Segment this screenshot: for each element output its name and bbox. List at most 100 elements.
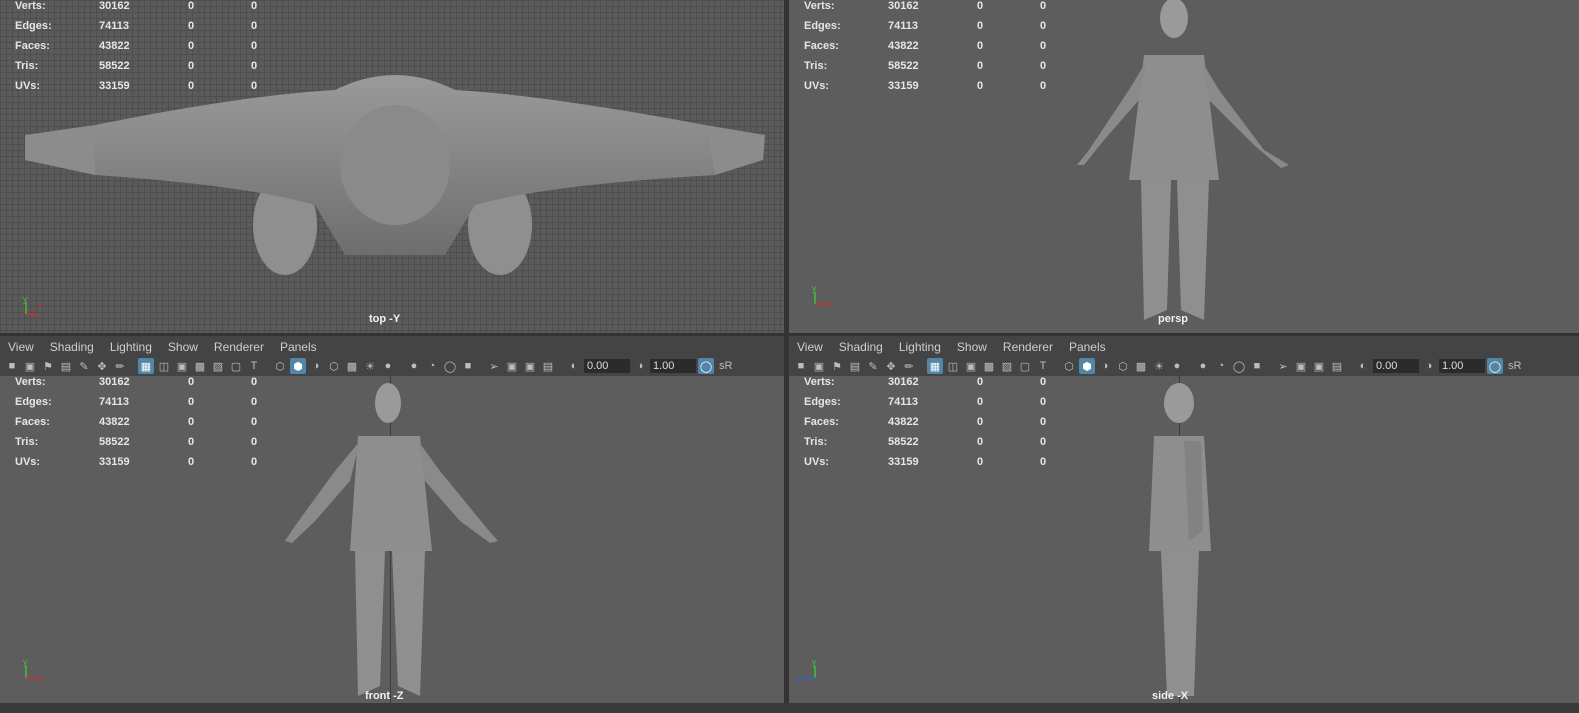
xray-icon[interactable]: ▣ [504, 358, 520, 374]
exposure-field[interactable] [584, 359, 630, 373]
hud-value: 33159 [888, 456, 919, 468]
select-camera-icon[interactable]: ■ [793, 358, 809, 374]
color-space-label[interactable]: sR [1508, 360, 1521, 372]
field-chart-icon[interactable]: ▨ [210, 358, 226, 374]
menu-lighting[interactable]: Lighting [102, 338, 160, 356]
menu-lighting[interactable]: Lighting [891, 338, 949, 356]
hud-value: 0 [977, 20, 984, 32]
color-management-icon[interactable]: ◯ [698, 358, 714, 374]
textured-icon[interactable]: ▩ [344, 358, 360, 374]
xray-active-icon[interactable]: ▣ [522, 358, 538, 374]
bookmark-icon[interactable]: ⚑ [829, 358, 845, 374]
smooth-shade-icon[interactable]: ⬢ [290, 358, 306, 374]
textured-icon[interactable]: ▩ [1133, 358, 1149, 374]
motion-blur-icon[interactable]: ◔ [1213, 358, 1229, 374]
viewport-front[interactable]: Verts: 30162 0 0 Edges: 74113 0 0 Faces: 43822 0… [0, 376, 784, 703]
isolate-select-icon[interactable]: ➢ [486, 358, 502, 374]
shadows-icon[interactable]: ● [1169, 358, 1185, 374]
film-gate-icon[interactable]: ◫ [156, 358, 172, 374]
menu-renderer[interactable]: Renderer [995, 338, 1061, 356]
panel-menu-bar: View Shading Lighting Show Renderer Pane… [789, 338, 1114, 356]
color-management-icon[interactable]: ◯ [1487, 358, 1503, 374]
wireframe-on-shaded-icon[interactable]: ⬡ [326, 358, 342, 374]
wireframe-icon[interactable]: ⬡ [1061, 358, 1077, 374]
camera-attributes-icon[interactable]: ▣ [22, 358, 38, 374]
hud-value: 0 [1040, 436, 1047, 448]
menu-shading[interactable]: Shading [831, 338, 891, 356]
motion-blur-icon[interactable]: ◔ [424, 358, 440, 374]
xray-active-icon[interactable]: ▣ [1311, 358, 1327, 374]
depth-of-field-icon[interactable]: ■ [460, 358, 476, 374]
2d-pan-zoom-icon[interactable]: ✥ [94, 358, 110, 374]
grid-icon[interactable]: ▦ [138, 358, 154, 374]
lighting-icon[interactable]: ☀ [1151, 358, 1167, 374]
exposure-field[interactable] [1373, 359, 1419, 373]
smooth-shade-icon[interactable]: ⬢ [1079, 358, 1095, 374]
xray-joints-icon[interactable]: ▤ [540, 358, 556, 374]
color-space-label[interactable]: sR [719, 360, 732, 372]
viewport-top[interactable]: Verts: 30162 0 0 Edges: 74113 0 0 Faces: 43822 0… [0, 0, 784, 333]
hud-value: 0 [977, 60, 984, 72]
brush-icon[interactable]: ✏ [112, 358, 128, 374]
use-default-material-icon[interactable]: ◑ [308, 358, 324, 374]
hud-value: 33159 [888, 80, 919, 92]
lighting-icon[interactable]: ☀ [362, 358, 378, 374]
shadows-icon[interactable]: ● [380, 358, 396, 374]
gamma-icon[interactable]: ◑ [632, 358, 648, 374]
anti-aliasing-icon[interactable]: ◯ [1231, 358, 1247, 374]
grease-pencil-icon[interactable]: ✎ [76, 358, 92, 374]
gamma-icon[interactable]: ◑ [1421, 358, 1437, 374]
wireframe-icon[interactable]: ⬡ [272, 358, 288, 374]
screen-space-ao-icon[interactable]: ● [1195, 358, 1211, 374]
menu-view[interactable]: View [0, 338, 42, 356]
gamma-field[interactable] [650, 359, 696, 373]
menu-shading[interactable]: Shading [42, 338, 102, 356]
resolution-gate-icon[interactable]: ▣ [963, 358, 979, 374]
use-default-material-icon[interactable]: ◑ [1097, 358, 1113, 374]
grid-icon[interactable]: ▦ [927, 358, 943, 374]
anti-aliasing-icon[interactable]: ◯ [442, 358, 458, 374]
wireframe-on-shaded-icon[interactable]: ⬡ [1115, 358, 1131, 374]
hud-value: 0 [251, 20, 258, 32]
xray-joints-icon[interactable]: ▤ [1329, 358, 1345, 374]
hud-value: 30162 [888, 376, 919, 388]
bookmark-icon[interactable]: ⚑ [40, 358, 56, 374]
hud-label: Faces: [804, 416, 839, 428]
grease-pencil-icon[interactable]: ✎ [865, 358, 881, 374]
screen-space-ao-icon[interactable]: ● [406, 358, 422, 374]
exposure-icon[interactable]: ◐ [1355, 358, 1371, 374]
viewport-side[interactable]: Verts: 30162 0 0 Edges: 74113 0 0 Faces: 43822 0… [789, 376, 1579, 703]
hud-value: 0 [251, 416, 258, 428]
menu-view[interactable]: View [789, 338, 831, 356]
field-chart-icon[interactable]: ▨ [999, 358, 1015, 374]
gate-mask-icon[interactable]: ▩ [981, 358, 997, 374]
menu-panels[interactable]: Panels [1061, 338, 1114, 356]
depth-of-field-icon[interactable]: ■ [1249, 358, 1265, 374]
menu-panels[interactable]: Panels [272, 338, 325, 356]
image-plane-icon[interactable]: ▤ [58, 358, 74, 374]
safe-action-icon[interactable]: ▢ [1017, 358, 1033, 374]
select-camera-icon[interactable]: ■ [4, 358, 20, 374]
hud-row-verts: Verts: 30162 0 0 [804, 0, 1064, 20]
menu-renderer[interactable]: Renderer [206, 338, 272, 356]
resolution-gate-icon[interactable]: ▣ [174, 358, 190, 374]
menu-show[interactable]: Show [160, 338, 206, 356]
gate-mask-icon[interactable]: ▩ [192, 358, 208, 374]
hud-value: 43822 [99, 416, 130, 428]
safe-title-icon[interactable]: T [246, 358, 262, 374]
film-gate-icon[interactable]: ◫ [945, 358, 961, 374]
brush-icon[interactable]: ✏ [901, 358, 917, 374]
camera-attributes-icon[interactable]: ▣ [811, 358, 827, 374]
gamma-field[interactable] [1439, 359, 1485, 373]
safe-title-icon[interactable]: T [1035, 358, 1051, 374]
safe-action-icon[interactable]: ▢ [228, 358, 244, 374]
2d-pan-zoom-icon[interactable]: ✥ [883, 358, 899, 374]
viewport-persp[interactable]: Verts: 30162 0 0 Edges: 74113 0 0 Faces: 43822 0… [789, 0, 1579, 333]
xray-icon[interactable]: ▣ [1293, 358, 1309, 374]
image-plane-icon[interactable]: ▤ [847, 358, 863, 374]
isolate-select-icon[interactable]: ➢ [1275, 358, 1291, 374]
exposure-icon[interactable]: ◐ [566, 358, 582, 374]
panel-bar-front: View Shading Lighting Show Renderer Pane… [0, 336, 784, 376]
menu-show[interactable]: Show [949, 338, 995, 356]
hud-value: 0 [251, 456, 258, 468]
